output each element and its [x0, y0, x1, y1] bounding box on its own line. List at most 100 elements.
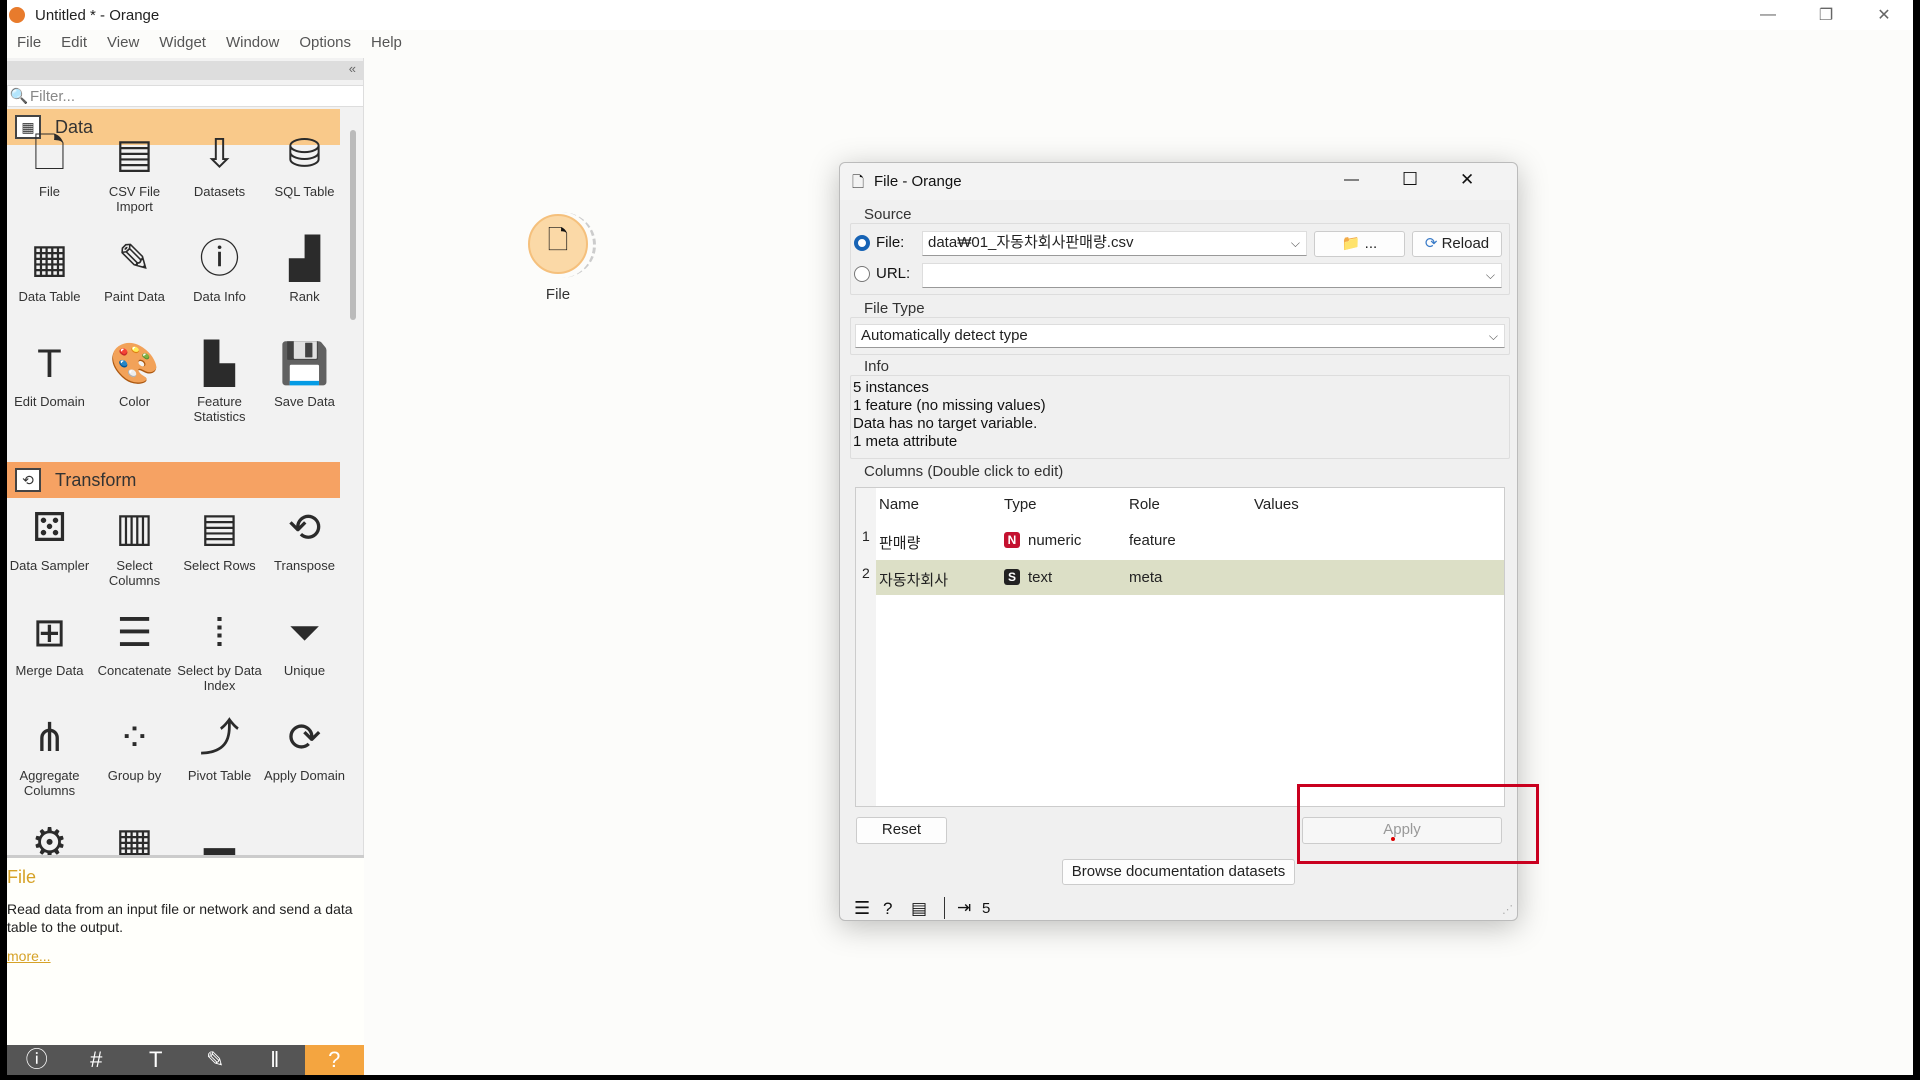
widget-data-info[interactable]: ⓘ Data Info — [177, 229, 262, 334]
widget-histogram-icon[interactable]: ▁ — [262, 813, 347, 855]
widget-data-sampler[interactable]: ⚄ Data Sampler — [7, 498, 92, 603]
reload-label: Reload — [1441, 235, 1490, 252]
widget-csv-file-import[interactable]: ▤ CSV File Import — [92, 124, 177, 229]
help-icon[interactable]: ? — [304, 1045, 364, 1075]
filter-input[interactable]: 🔍 Filter... — [7, 85, 364, 107]
file-combo[interactable]: data₩01_자동차회사판매량.csv ⌵ — [922, 231, 1307, 256]
table-row[interactable]: 자동차회사 S text meta — [876, 560, 1504, 595]
widget-aggregate-columns[interactable]: ⋔ Aggregate Columns — [7, 708, 92, 813]
columns-table[interactable]: Name Type Role Values 판매량 N numeric feature … — [855, 487, 1505, 807]
widget-group-by[interactable]: ⁘ Group by — [92, 708, 177, 813]
histogram-icon: ▁ — [289, 821, 320, 855]
row-number: 1 — [862, 528, 870, 544]
widget-select-rows[interactable]: ▤ Select Rows — [177, 498, 262, 603]
info-line: Data has no target variable. — [853, 415, 1038, 432]
menu-bar: File Edit View Widget Window Options Help — [7, 31, 412, 55]
menu-file[interactable]: File — [7, 31, 51, 55]
browse-documentation-datasets-button[interactable]: Browse documentation datasets — [1062, 859, 1295, 885]
column-header-role[interactable]: Role — [1129, 496, 1160, 513]
merge-icon: ⊞ — [32, 611, 67, 655]
category-transform[interactable]: ⟲ Transform — [7, 462, 340, 498]
widget-pivot-table[interactable]: ⤴ Pivot Table — [177, 708, 262, 813]
reload-button[interactable]: ⟳ Reload — [1412, 231, 1502, 257]
widget-concatenate[interactable]: ☰ Concatenate — [92, 603, 177, 708]
pen-icon[interactable]: ✎ — [186, 1045, 246, 1075]
dialog-minimize-button[interactable]: — — [1344, 171, 1359, 188]
menu-icon[interactable]: ☰ — [854, 898, 870, 919]
widget-apply-domain[interactable]: ⟳ Apply Domain — [262, 708, 347, 813]
widget-label: CSV File Import — [108, 184, 161, 214]
widget-paint-data[interactable]: ✎ Paint Data — [92, 229, 177, 334]
widget-toolbox: « 🔍 Filter... File Read data from an inpu… — [7, 58, 364, 1075]
widget-select-columns[interactable]: ▥ Select Columns — [92, 498, 177, 603]
chevron-down-icon: ⌵ — [1488, 329, 1498, 343]
column-header-name[interactable]: Name — [879, 496, 919, 513]
file-icon: 🗋 — [852, 174, 865, 191]
grid-icon[interactable]: # — [67, 1045, 127, 1075]
pause-icon[interactable]: ‖ — [245, 1045, 305, 1075]
toolbox-scrollbar[interactable] — [350, 130, 356, 320]
column-header-type[interactable]: Type — [1004, 496, 1037, 513]
column-role: feature — [1129, 532, 1176, 549]
widget-sql-table[interactable]: ⛁ SQL Table — [262, 124, 347, 229]
dialog-maximize-button[interactable]: ☐ — [1402, 169, 1418, 190]
widget-label: Rank — [289, 289, 320, 304]
widget-transpose[interactable]: ⟲ Transpose — [262, 498, 347, 603]
widget-label: Apply Domain — [264, 768, 345, 783]
widget-data-table[interactable]: ▦ Data Table — [7, 229, 92, 334]
widget-rank[interactable]: ▟ Rank — [262, 229, 347, 334]
help-icon[interactable]: ? — [883, 899, 892, 919]
menu-view[interactable]: View — [97, 31, 149, 55]
info-text: 5 instances 1 feature (no missing values)… — [853, 379, 1046, 451]
menu-edit[interactable]: Edit — [51, 31, 97, 55]
url-radio[interactable] — [854, 266, 870, 282]
widget-label: Save Data — [274, 394, 335, 409]
resize-grip[interactable]: ⋰ — [1502, 903, 1513, 916]
canvas-file-node[interactable]: 🗋 File — [522, 212, 596, 303]
menu-window[interactable]: Window — [216, 31, 289, 55]
info-icon[interactable]: ⓘ — [7, 1045, 67, 1075]
sampler-icon: ⚄ — [32, 506, 67, 550]
browse-file-button[interactable]: 📁 ... — [1314, 231, 1405, 257]
url-combo[interactable]: ⌵ — [922, 263, 1502, 288]
text-icon[interactable]: T — [126, 1045, 186, 1075]
widget-save-data[interactable]: 💾 Save Data — [262, 334, 347, 439]
widget-select-by-data-index[interactable]: ⦙ Select by Data Index — [177, 603, 262, 708]
widget-unique[interactable]: ⏷ Unique — [262, 603, 347, 708]
dialog-close-button[interactable]: ✕ — [1460, 170, 1474, 190]
widget-label: Concatenate — [97, 663, 172, 678]
file-radio[interactable] — [854, 235, 870, 251]
menu-help[interactable]: Help — [361, 31, 412, 55]
widget-file[interactable]: 🗋 File — [7, 124, 92, 229]
file-icon: 🗋 — [528, 212, 596, 278]
output-icon: ⇥ — [957, 898, 972, 917]
widget-feature-statistics[interactable]: ▙ Feature Statistics — [177, 334, 262, 439]
file-label: File: — [876, 234, 905, 251]
menu-options[interactable]: Options — [289, 31, 361, 55]
search-icon: 🔍 — [9, 88, 29, 105]
widget-edit-domain[interactable]: T Edit Domain — [7, 334, 92, 439]
close-button[interactable]: ✕ — [1855, 0, 1913, 30]
menu-widget[interactable]: Widget — [149, 31, 216, 55]
widget-bars-icon[interactable]: ▃ — [177, 813, 262, 855]
output-count: 5 — [982, 900, 991, 917]
column-header-values[interactable]: Values — [1254, 496, 1299, 513]
reset-button[interactable]: Reset — [856, 817, 947, 844]
table-row[interactable]: 판매량 N numeric feature — [876, 523, 1504, 558]
category-label: Transform — [55, 469, 137, 490]
info-label: Info — [860, 358, 894, 375]
widget-gear-icon[interactable]: ⚙ — [7, 813, 92, 855]
url-label: URL: — [876, 265, 911, 282]
file-type-combo[interactable]: Automatically detect type ⌵ — [855, 324, 1505, 348]
widget-merge-data[interactable]: ⊞ Merge Data — [7, 603, 92, 708]
more-link[interactable]: more... — [7, 948, 364, 964]
database-icon: ⛁ — [287, 132, 322, 176]
widget-datasets[interactable]: ⇩ Datasets — [177, 124, 262, 229]
restore-button[interactable]: ❐ — [1797, 0, 1855, 30]
widget-grid-icon[interactable]: ▦ — [92, 813, 177, 855]
report-icon[interactable]: ▤ — [911, 899, 927, 919]
collapse-toolbox-button[interactable]: « — [7, 61, 364, 80]
minimize-button[interactable]: — — [1739, 0, 1797, 30]
concatenate-icon: ☰ — [116, 611, 153, 655]
widget-color[interactable]: 🎨 Color — [92, 334, 177, 439]
